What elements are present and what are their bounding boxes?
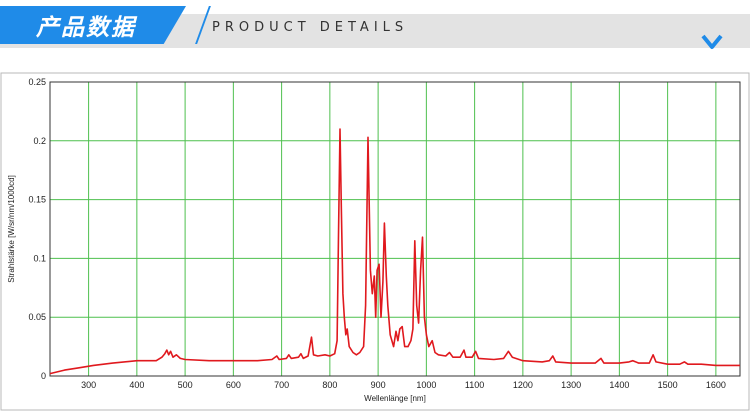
x-tick-label: 1200 (513, 380, 533, 390)
y-tick-label: 0 (41, 371, 46, 381)
chart-svg: 0 0.05 0.1 0.15 0.2 0.25 300 400 500 600 700 800 90… (0, 72, 750, 411)
x-tick-label: 1000 (416, 380, 436, 390)
x-tick-label: 900 (371, 380, 386, 390)
x-axis-label: Wellenlänge [nm] (364, 394, 426, 403)
y-tick-label: 0.1 (33, 253, 46, 263)
x-tick-label: 1600 (706, 380, 726, 390)
section-title-en: PRODUCT DETAILS (212, 20, 409, 35)
x-tick-label: 1500 (658, 380, 678, 390)
x-tick-label: 700 (274, 380, 289, 390)
y-tick-label: 0.05 (28, 312, 46, 322)
x-tick-label: 1400 (609, 380, 629, 390)
x-tick-label: 800 (322, 380, 337, 390)
section-header: 产品数据 PRODUCT DETAILS (0, 0, 750, 62)
x-tick-label: 300 (81, 380, 96, 390)
x-tick-label: 1100 (465, 380, 484, 390)
y-tick-label: 0.25 (28, 77, 46, 87)
x-tick-label: 600 (226, 380, 241, 390)
spectrum-chart: 0 0.05 0.1 0.15 0.2 0.25 300 400 500 600 700 800 90… (0, 72, 750, 411)
y-tick-label: 0.2 (33, 136, 46, 146)
x-tick-label: 1300 (561, 380, 581, 390)
chart-frame (0, 72, 750, 411)
section-title-cn: 产品数据 (36, 15, 136, 41)
x-tick-label: 400 (129, 380, 144, 390)
y-tick-label: 0.15 (28, 195, 46, 205)
y-axis-label: Strahlstärke [W/sr/nm/1000cd] (7, 175, 16, 283)
chevron-down-icon (701, 34, 723, 49)
x-tick-label: 500 (178, 380, 193, 390)
